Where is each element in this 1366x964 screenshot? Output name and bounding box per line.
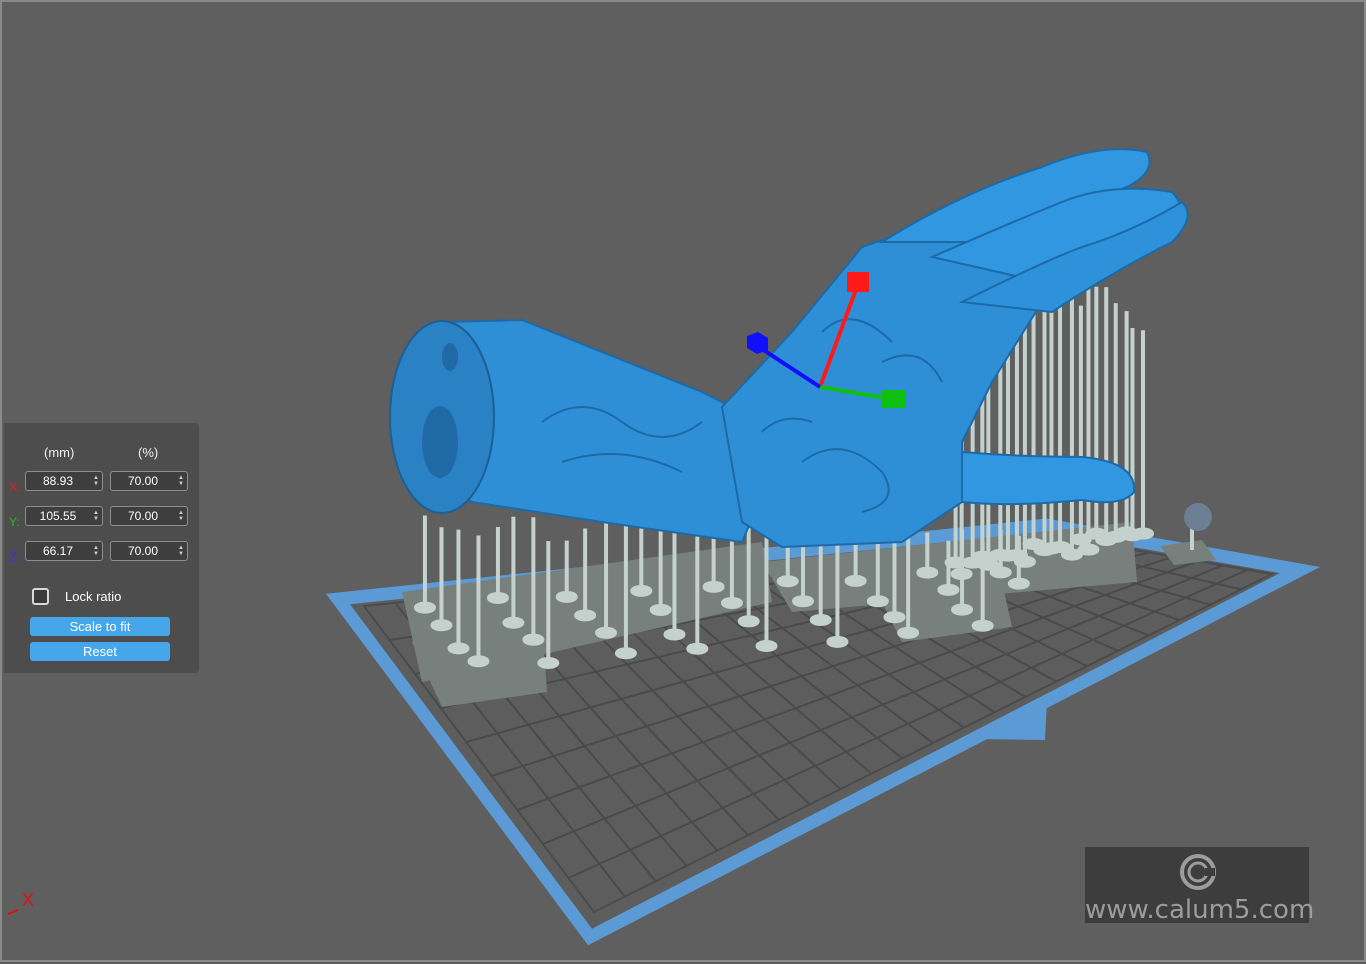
support-foot [522,633,545,646]
support-foot [826,635,849,648]
3d-viewport[interactable]: (mm) (%) X: 88.93 ▲ ▼ 70.00 ▲ ▼ Y: 105.55 … [0,0,1366,962]
z-percent-input[interactable]: 70.00 ▲ ▼ [110,541,188,561]
y-percent-value: 70.00 [127,509,159,523]
reset-button[interactable]: Reset [30,642,170,661]
lock-ratio-label: Lock ratio [65,589,122,604]
z-axis-label: Z: [9,550,20,564]
y-mm-stepper-icon[interactable]: ▲ ▼ [92,510,100,524]
support-foot [502,616,525,629]
scale-panel: (mm) (%) X: 88.93 ▲ ▼ 70.00 ▲ ▼ Y: 105.55 … [4,423,199,673]
lock-ratio-checkbox[interactable] [32,588,49,605]
support-foot [791,595,814,608]
gizmo-z-handle [747,332,768,354]
y-percent-input[interactable]: 70.00 ▲ ▼ [110,506,188,526]
support-foot [430,619,453,632]
z-mm-input[interactable]: 66.17 ▲ ▼ [25,541,103,561]
support-foot [776,575,799,588]
support-foot [883,611,906,624]
scale-to-fit-button[interactable]: Scale to fit [30,617,170,636]
hand-model[interactable] [389,148,1189,549]
support-foot [413,601,436,614]
support-foot [1131,527,1154,540]
support-foot [686,642,709,655]
support-foot [555,590,578,603]
support-foot [755,640,778,653]
axis-indicator: X [6,890,46,920]
z-mm-stepper-icon[interactable]: ▲ ▼ [92,545,100,559]
support-foot [1013,555,1036,568]
watermark-text: www.calum5.com [1085,895,1315,925]
support-foot [809,613,832,626]
z-percent-value: 70.00 [127,544,159,558]
y-mm-value: 105.55 [39,509,77,523]
support-foot [950,567,973,580]
support-foot [630,584,653,597]
support-foot [537,656,560,669]
x-mm-value: 88.93 [42,474,74,488]
support-foot [866,595,889,608]
z-mm-value: 66.17 [42,544,74,558]
x-axis-label: X: [9,480,21,494]
scene-canvas[interactable] [2,2,1366,964]
x-mm-stepper-icon[interactable]: ▲ ▼ [92,475,100,489]
support-foot [1007,577,1030,590]
calum5-logo-icon [1180,854,1216,890]
x-percent-stepper-icon[interactable]: ▲ ▼ [177,475,185,489]
gizmo-y-handle [882,390,906,408]
support-foot [844,574,867,587]
support-foot [447,642,470,655]
x-mm-input[interactable]: 88.93 ▲ ▼ [25,471,103,491]
support-foot [702,580,725,593]
support-foot [486,591,509,604]
y-axis-label: Y: [9,515,20,529]
x-percent-input[interactable]: 70.00 ▲ ▼ [110,471,188,491]
axis-indicator-label: X [22,890,35,910]
support-foot [467,655,490,668]
support-foot [916,566,939,579]
z-percent-stepper-icon[interactable]: ▲ ▼ [177,545,185,559]
gizmo-x-handle [847,272,869,292]
support-foot [971,619,994,632]
support-foot [897,626,920,639]
watermark: www.calum5.com [1085,847,1315,925]
y-mm-input[interactable]: 105.55 ▲ ▼ [25,506,103,526]
percent-column-header: (%) [138,445,159,460]
support-foot [1077,543,1100,556]
mm-column-header: (mm) [44,445,75,460]
support-foot [574,609,597,622]
support-foot [951,603,974,616]
support-foot [649,603,672,616]
y-percent-stepper-icon[interactable]: ▲ ▼ [177,510,185,524]
support-foot [737,615,760,628]
support-foot [614,647,637,660]
support-foot [720,596,743,609]
support-foot [663,628,686,641]
x-percent-value: 70.00 [127,474,159,488]
support-foot [937,583,960,596]
support-foot [595,626,618,639]
support-foot [977,558,1000,571]
